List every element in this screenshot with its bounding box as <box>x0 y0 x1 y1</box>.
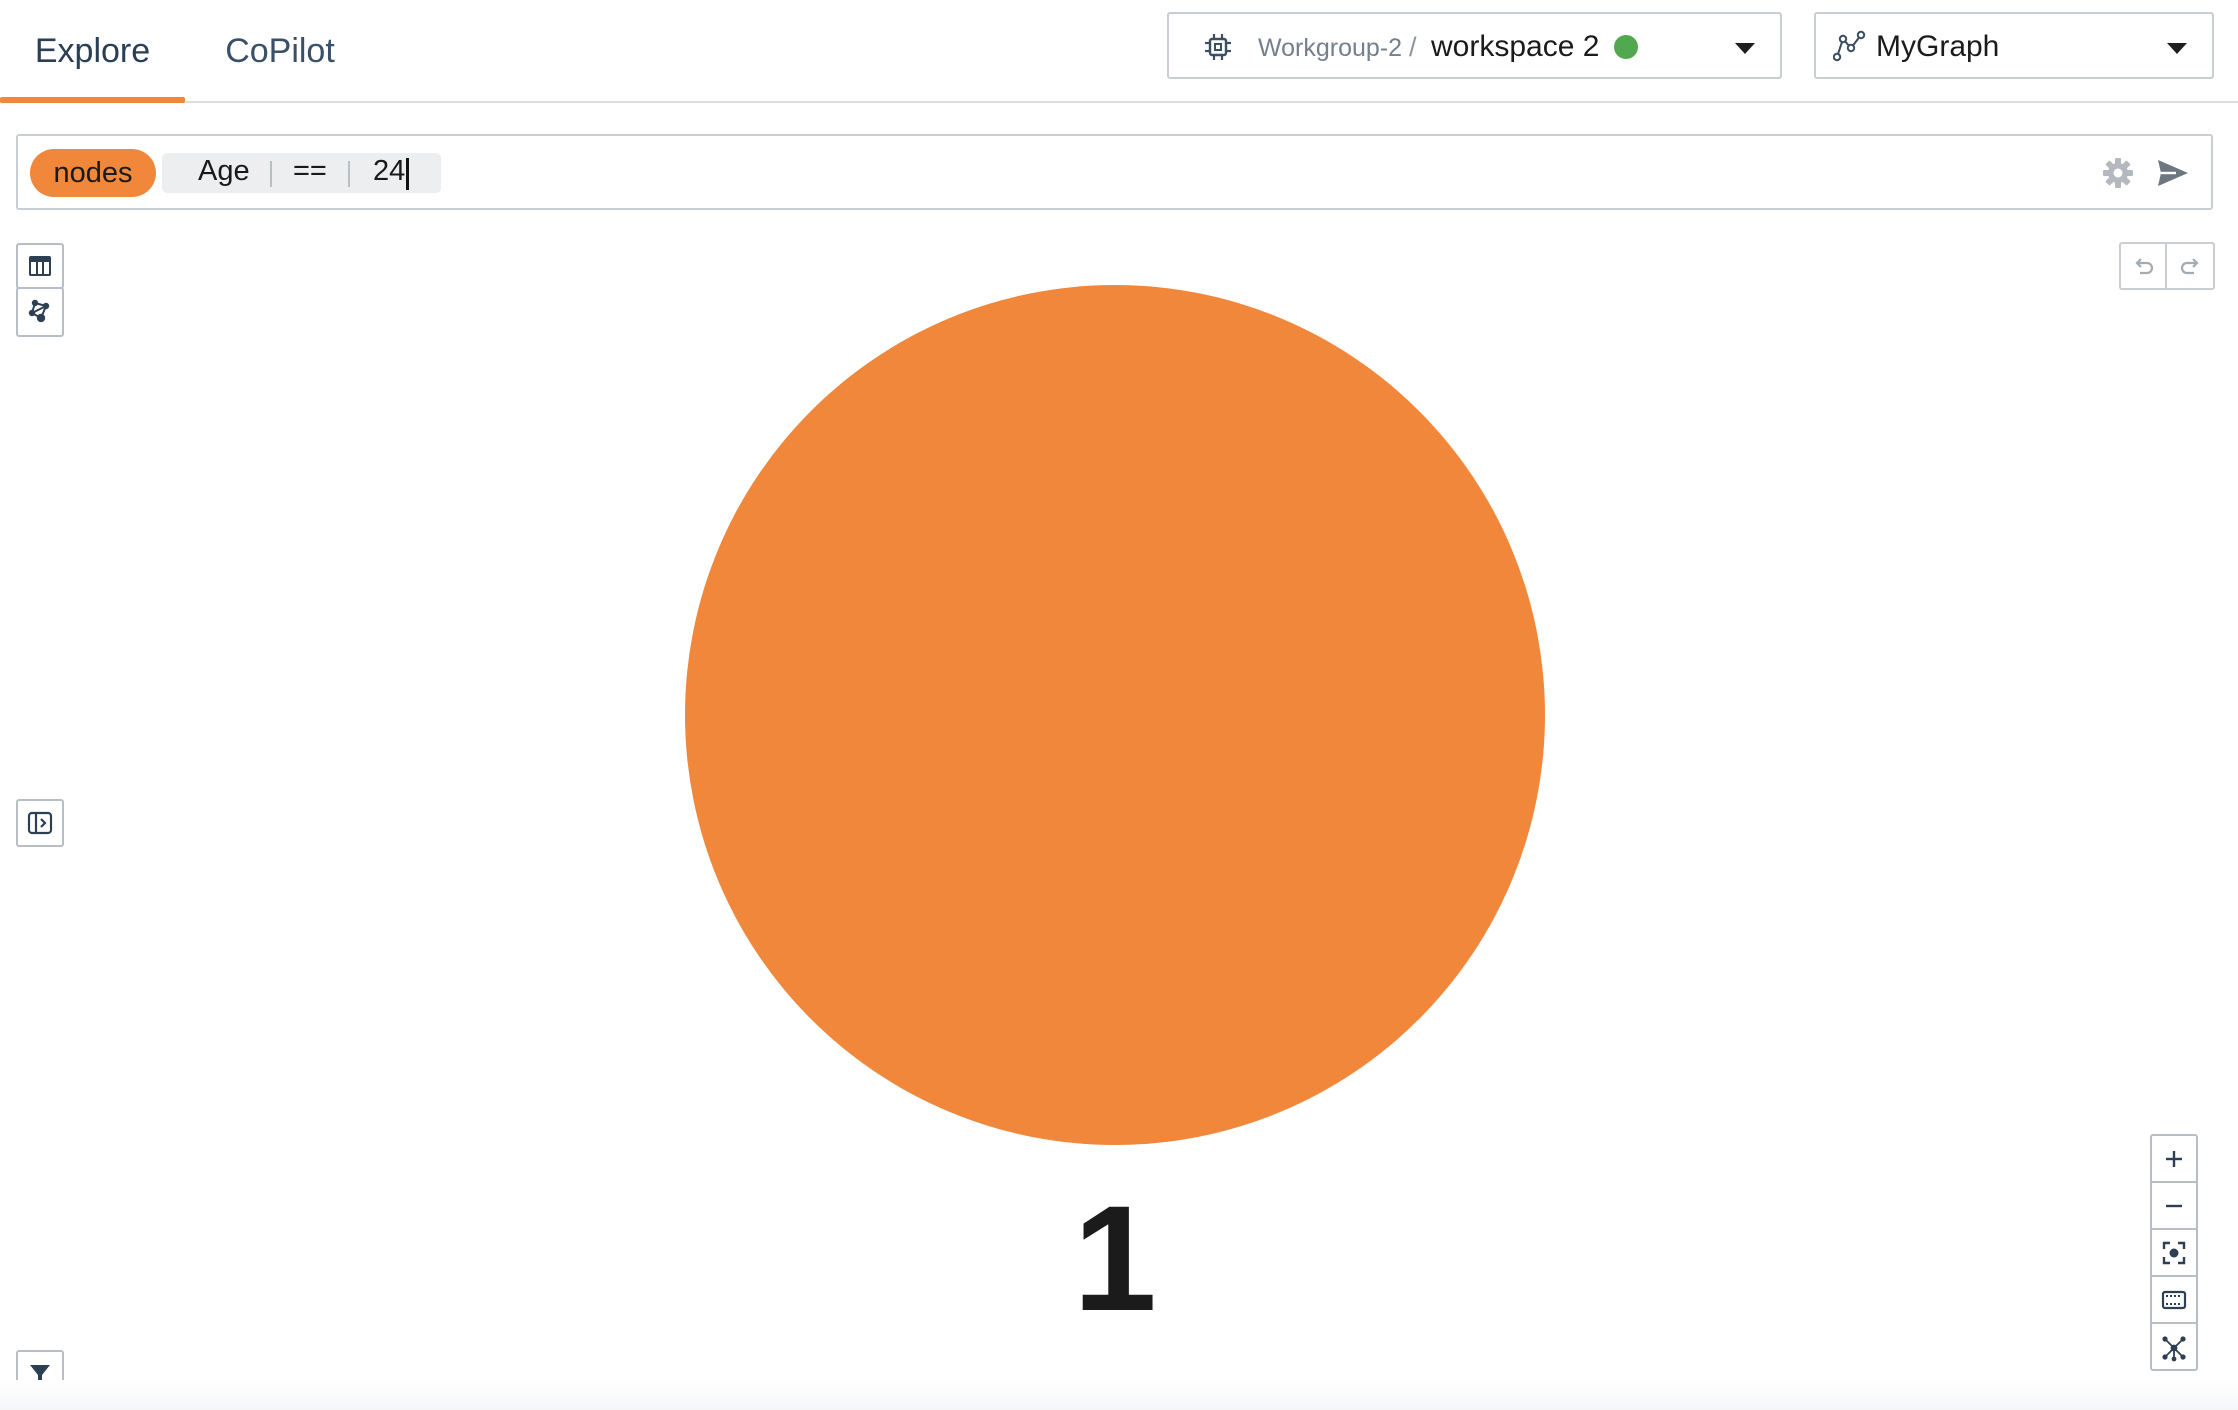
graph-svg: 1 <box>685 285 1545 1342</box>
query-condition[interactable]: Age == 24 <box>162 153 441 193</box>
select-area-button[interactable] <box>2152 1277 2196 1324</box>
plus-icon <box>2166 1150 2182 1167</box>
workgroup-name: Workgroup-2 <box>1258 34 1403 62</box>
network-layout-icon <box>2162 1335 2186 1361</box>
tab-explore[interactable]: Explore <box>0 0 185 103</box>
breadcrumb-separator: / <box>1409 32 1417 62</box>
text-cursor <box>406 158 409 190</box>
condition-divider <box>270 161 272 187</box>
gear-icon[interactable] <box>2102 157 2134 189</box>
graph-name: MyGraph <box>1876 30 2000 63</box>
active-tab-indicator <box>0 97 185 103</box>
zoom-in-button[interactable] <box>2152 1136 2196 1183</box>
graph-canvas[interactable]: 1 <box>0 212 2238 1410</box>
zoom-out-button[interactable] <box>2152 1183 2196 1230</box>
chevron-down-icon <box>1735 43 1755 54</box>
focus-icon <box>2162 1241 2186 1264</box>
focus-button[interactable] <box>2152 1230 2196 1277</box>
minus-icon <box>2166 1204 2182 1207</box>
chip-icon <box>1205 34 1231 60</box>
graph-selector[interactable]: MyGraph <box>1814 12 2214 79</box>
canvas-bottom-edge <box>0 1380 2238 1410</box>
query-bar[interactable]: nodes Age == 24 <box>16 134 2213 210</box>
graph-node-label: 1 <box>1073 1174 1156 1342</box>
workspace-name: workspace 2 <box>1431 30 1600 63</box>
graph-node[interactable] <box>685 285 1545 1145</box>
condition-value[interactable]: 24 <box>373 155 405 188</box>
layout-button[interactable] <box>2152 1324 2196 1371</box>
chevron-down-icon <box>2167 43 2187 54</box>
app-root: Explore CoPilot Workgroup-2 / workspace … <box>0 0 2238 1410</box>
status-dot <box>1614 35 1638 59</box>
tab-copilot[interactable]: CoPilot <box>185 0 375 103</box>
top-bar: Explore CoPilot Workgroup-2 / workspace … <box>0 0 2238 103</box>
condition-divider <box>348 161 350 187</box>
workspace-selector[interactable]: Workgroup-2 / workspace 2 <box>1167 12 1782 79</box>
selection-box-icon <box>2161 1290 2187 1309</box>
send-icon[interactable] <box>2156 157 2190 189</box>
condition-field[interactable]: Age <box>198 155 250 188</box>
graph-icon <box>1833 30 1866 62</box>
query-target-pill[interactable]: nodes <box>30 149 156 197</box>
condition-operator[interactable]: == <box>293 155 327 188</box>
zoom-controls <box>2150 1134 2198 1371</box>
